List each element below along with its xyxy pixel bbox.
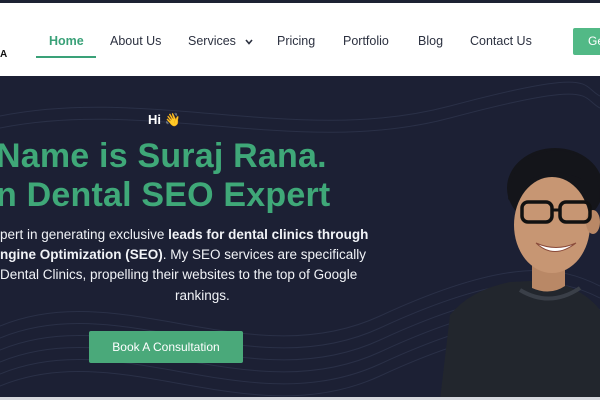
nav-home[interactable]: Home <box>49 34 84 48</box>
headline-line-2: n Dental SEO Expert <box>0 176 331 214</box>
nav-contact-us[interactable]: Contact Us <box>470 34 532 48</box>
description-bold: ngine Optimization (SEO) <box>0 247 163 262</box>
book-consultation-button[interactable]: Book A Consultation <box>89 331 243 363</box>
nav-about-us[interactable]: About Us <box>110 34 161 48</box>
get-started-button[interactable]: Ge <box>573 28 600 55</box>
nav-services[interactable]: Services <box>188 34 254 48</box>
profile-photo <box>440 148 600 400</box>
nav-active-underline <box>36 56 96 58</box>
description-bold: leads for dental clinics through <box>168 227 369 242</box>
headline-line-1: Name is Suraj Rana. <box>0 137 327 175</box>
description-line-2: ngine Optimization (SEO). My SEO service… <box>0 247 420 262</box>
greeting: Hi 👋 <box>148 112 181 127</box>
description-text: . My SEO services are specifically <box>162 247 367 262</box>
nav-blog[interactable]: Blog <box>418 34 443 48</box>
description-line-3: Dental Clinics, propelling their website… <box>0 267 358 282</box>
chevron-down-icon <box>245 39 254 45</box>
nav-pricing[interactable]: Pricing <box>277 34 315 48</box>
description-text: pert in generating exclusive <box>0 227 169 242</box>
logo: A <box>0 49 8 60</box>
nav-services-label: Services <box>188 34 236 48</box>
nav-portfolio[interactable]: Portfolio <box>343 34 389 48</box>
description-line-1: pert in generating exclusive leads for d… <box>0 227 420 242</box>
navbar: A Home About Us Services Pricing Portfol… <box>0 3 600 76</box>
description-line-4: rankings. <box>175 288 230 303</box>
